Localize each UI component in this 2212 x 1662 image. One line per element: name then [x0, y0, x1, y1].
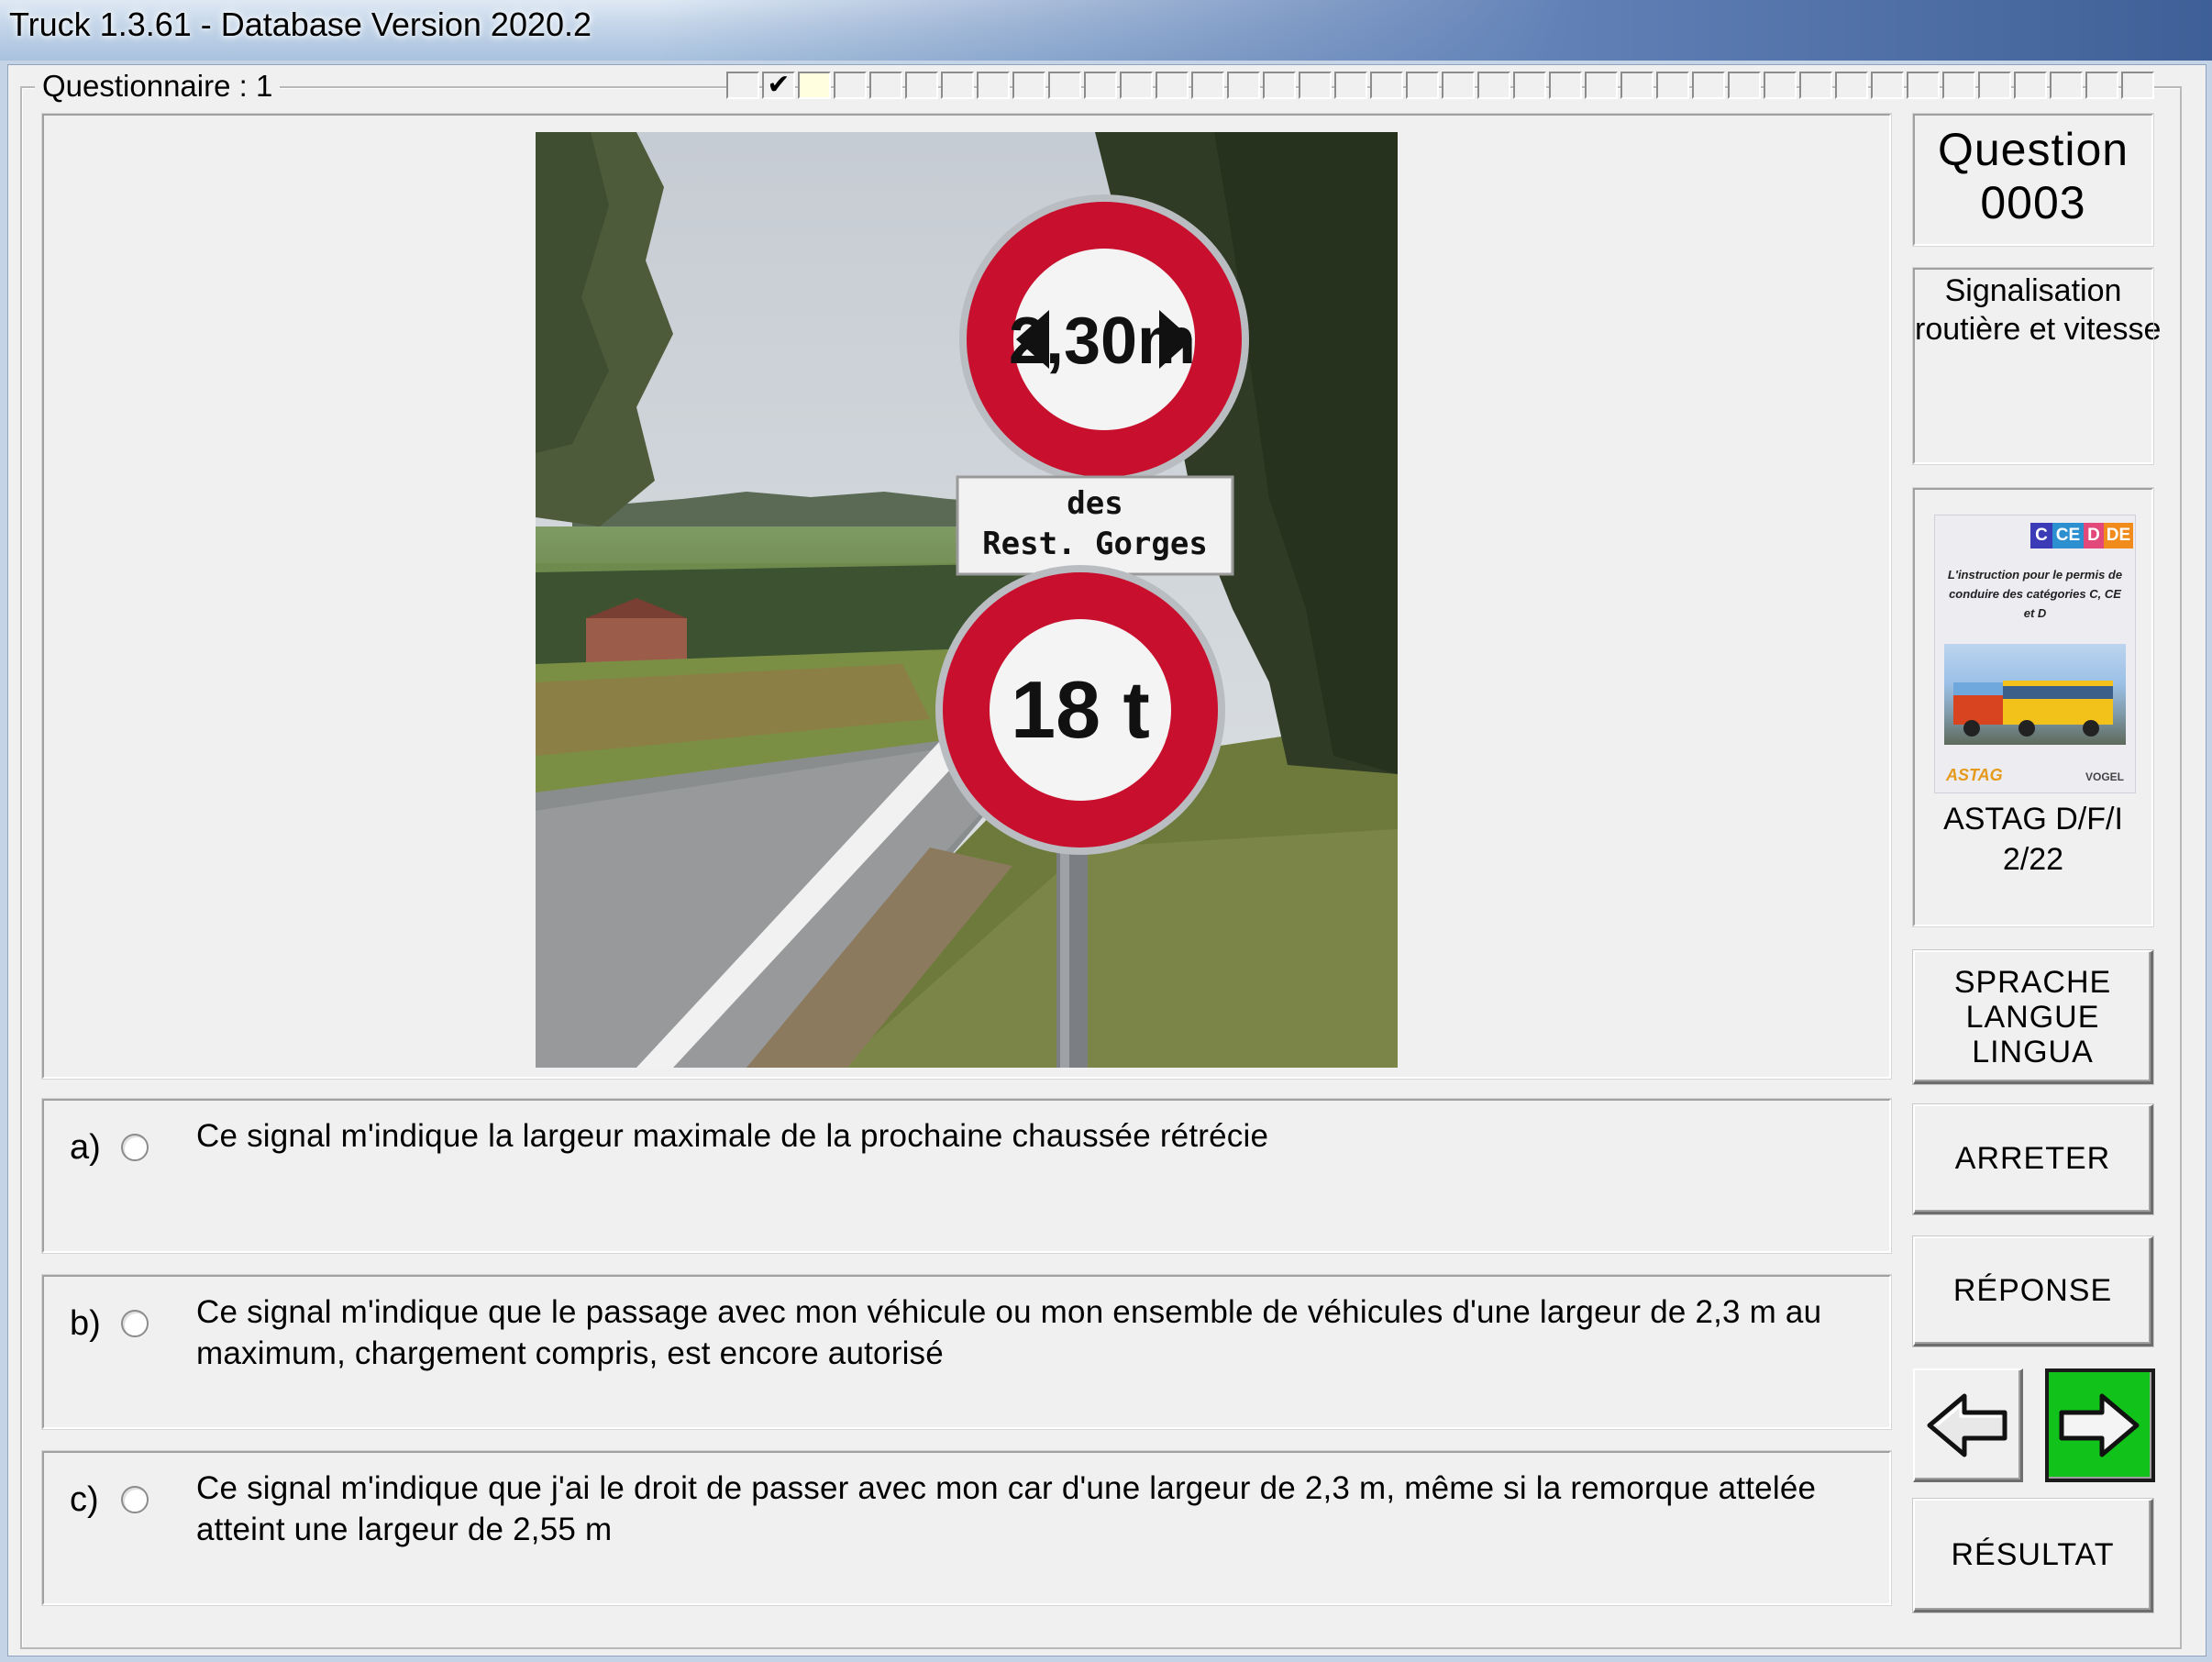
progress-cell[interactable]: [1656, 72, 1689, 99]
arrow-left-icon: [1927, 1393, 2007, 1457]
plate-line2: Rest. Gorges: [982, 526, 1208, 562]
question-number: 0003: [1980, 177, 2086, 228]
progress-cell[interactable]: [2014, 72, 2047, 99]
radio-empty-icon[interactable]: [121, 1134, 149, 1161]
stop-button[interactable]: ARRETER: [1913, 1104, 2153, 1214]
result-label: RÉSULTAT: [1951, 1537, 2115, 1572]
progress-cell[interactable]: [1728, 72, 1761, 99]
language-button[interactable]: SPRACHE LANGUE LINGUA: [1913, 950, 2153, 1084]
book-tag-c: C: [2030, 523, 2052, 548]
progress-cell[interactable]: [2121, 72, 2154, 99]
progress-cell[interactable]: [1620, 72, 1653, 99]
progress-cell[interactable]: [1513, 72, 1546, 99]
answer-text: Ce signal m'indique que j'ai le droit de…: [196, 1470, 1817, 1547]
radio-empty-icon[interactable]: [121, 1486, 149, 1513]
category-line2: routière et vitesse: [1915, 312, 2162, 347]
progress-cell[interactable]: [1764, 72, 1797, 99]
progress-cell[interactable]: [1156, 72, 1189, 99]
progress-cell[interactable]: [1978, 72, 2011, 99]
book-cover-photo: [1944, 644, 2126, 745]
book-caption: ASTAG D/F/I: [1943, 802, 2123, 837]
answer-button[interactable]: RÉPONSE: [1913, 1236, 2153, 1346]
answer-label: RÉPONSE: [1952, 1273, 2113, 1308]
progress-cell[interactable]: [1442, 72, 1475, 99]
progress-cell[interactable]: [1907, 72, 1940, 99]
progress-cell[interactable]: [2085, 72, 2118, 99]
book-tag-ce: CE: [2052, 523, 2084, 548]
progress-cell[interactable]: [1120, 72, 1153, 99]
book-tag-d: D: [2084, 523, 2104, 548]
progress-cell[interactable]: [1370, 72, 1403, 99]
progress-cell[interactable]: [941, 72, 974, 99]
plate-line1: des: [1067, 485, 1123, 522]
book-page: 2/22: [2002, 842, 2064, 877]
question-label: Question: [1937, 124, 2129, 175]
astag-logo: ASTAG: [1946, 766, 2003, 784]
answer-letter: b): [70, 1304, 101, 1343]
answer-letter: c): [70, 1480, 99, 1519]
progress-cell[interactable]: [1799, 72, 1832, 99]
window-title: Truck 1.3.61 - Database Version 2020.2: [9, 6, 592, 43]
progress-cell[interactable]: [2050, 72, 2083, 99]
progress-cell[interactable]: [1263, 72, 1296, 99]
progress-cell[interactable]: [1477, 72, 1510, 99]
progress-cell[interactable]: [1871, 72, 1904, 99]
progress-cell[interactable]: [1334, 72, 1367, 99]
answer-letter: a): [70, 1128, 101, 1167]
titlebar-glass: [653, 0, 2212, 61]
book-cover-image: C CE D DE L'instruction pour le permis d…: [1935, 515, 2135, 792]
question-photo: 2,30m des Rest. Gorges 18 t: [536, 132, 1398, 1068]
language-label-de: SPRACHE: [1953, 964, 2112, 1000]
progress-cell[interactable]: [1084, 72, 1117, 99]
progress-cell[interactable]: [1406, 72, 1439, 99]
progress-cell[interactable]: [905, 72, 938, 99]
book-tag-de: DE: [2104, 523, 2133, 548]
category-box: Signalisation routière et vitesse: [1912, 267, 2162, 465]
progress-cell[interactable]: [1048, 72, 1081, 99]
language-label-it: LINGUA: [1972, 1034, 2094, 1069]
next-button[interactable]: [2045, 1368, 2155, 1482]
book-box: C CE D DE L'instruction pour le permis d…: [1912, 487, 2154, 927]
radio-empty-icon[interactable]: [121, 1310, 149, 1337]
answer-b[interactable]: b) Ce signal m'indique que le passage av…: [41, 1274, 1892, 1430]
progress-cell[interactable]: [869, 72, 902, 99]
road-sign-photo: 2,30m des Rest. Gorges 18 t: [536, 132, 1398, 1068]
progress-cell[interactable]: [726, 72, 759, 99]
progress-cell[interactable]: [1549, 72, 1582, 99]
progress-cell[interactable]: [1585, 72, 1618, 99]
sign-weight-text: 18 t: [1011, 664, 1150, 755]
progress-cell[interactable]: [1692, 72, 1725, 99]
progress-cell[interactable]: [1012, 72, 1045, 99]
question-number-box: Question 0003: [1912, 113, 2154, 247]
progress-cell[interactable]: [1227, 72, 1260, 99]
progress-cell[interactable]: [1835, 72, 1868, 99]
progress-cell[interactable]: [798, 72, 831, 99]
book-cover-text: L'instruction pour le permis de conduire…: [1947, 568, 2123, 620]
language-label-fr: LANGUE: [1965, 999, 2100, 1035]
progress-cell[interactable]: [1299, 72, 1332, 99]
answer-c[interactable]: c) Ce signal m'indique que j'ai le droit…: [41, 1450, 1892, 1606]
progress-cell[interactable]: [1191, 72, 1224, 99]
groupbox-line: [266, 86, 724, 88]
arrow-right-icon: [2059, 1393, 2140, 1457]
progress-cell[interactable]: [1942, 72, 1975, 99]
answer-a[interactable]: a) Ce signal m'indique la largeur maxima…: [41, 1098, 1892, 1254]
previous-button[interactable]: [1913, 1368, 2023, 1482]
progress-strip: ✔: [726, 72, 2157, 103]
stop-label: ARRETER: [1954, 1141, 2111, 1176]
questionnaire-label: Questionnaire : 1: [35, 69, 281, 104]
progress-cell[interactable]: [834, 72, 867, 99]
category-line1: Signalisation: [1944, 273, 2122, 308]
result-button[interactable]: RÉSULTAT: [1913, 1499, 2153, 1612]
answer-text: Ce signal m'indique que le passage avec …: [196, 1294, 1822, 1371]
vogel-logo: VOGEL: [2085, 770, 2124, 783]
window-titlebar: Truck 1.3.61 - Database Version 2020.2: [0, 0, 2212, 61]
answer-text: Ce signal m'indique la largeur maximale …: [196, 1118, 1269, 1154]
sign-width-text: 2,30m: [1009, 305, 1196, 378]
progress-cell[interactable]: [977, 72, 1010, 99]
checkmark-icon[interactable]: ✔: [762, 72, 795, 99]
